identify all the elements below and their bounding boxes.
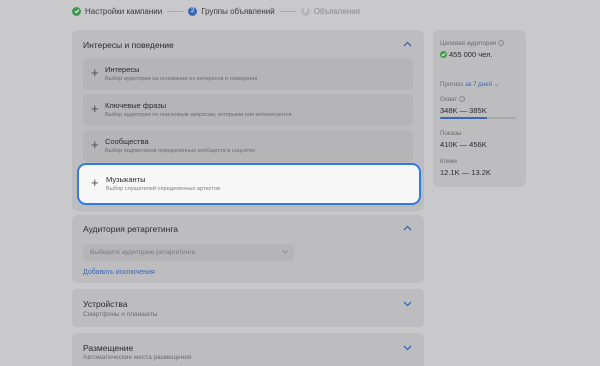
chevron-up-icon[interactable] (403, 41, 412, 47)
label-text: Охват (440, 96, 458, 103)
forecast-period-dropdown[interactable]: за 7 дней ⌄ (465, 81, 499, 88)
section-subtitle: Автоматические места размещения (83, 354, 192, 361)
option-description: Выбор аудитории на основании их интересо… (105, 76, 258, 82)
info-icon[interactable]: ? (459, 96, 466, 103)
period-text: за 7 дней (464, 81, 493, 88)
chevron-up-icon[interactable] (403, 225, 412, 231)
option-title: Интересы (105, 65, 140, 74)
clicks-label: Клики (440, 158, 457, 165)
reach-progress-fill (440, 117, 488, 119)
checkmark-icon (72, 6, 81, 16)
plus-icon: + (91, 101, 99, 116)
step-label: Объявления (313, 6, 361, 16)
reach-label: Охват? (440, 96, 466, 103)
option-title: Музыканты (106, 175, 146, 184)
section-title: Размещение (83, 343, 134, 353)
plus-icon: + (91, 137, 99, 152)
option-communities[interactable]: + Сообщества Выбор подписчиков определен… (83, 130, 413, 162)
section-title: Аудитория ретаргетинга (83, 224, 178, 234)
add-exclusions-link[interactable]: Добавить исключения (83, 269, 155, 276)
step-label: Группы объявлений (201, 6, 275, 16)
step-ad-groups[interactable]: 2 Группы объявлений (188, 6, 275, 16)
option-interests[interactable]: + Интересы Выбор аудитории на основании … (83, 58, 413, 90)
target-audience-label: Целевая аудитория? (440, 40, 505, 47)
label-text: Целевая аудитория (440, 40, 497, 47)
clicks-value: 12.1K — 13.2K (440, 168, 491, 177)
option-title: Сообщества (105, 137, 149, 146)
label-text: Прогноз (440, 81, 464, 88)
info-icon[interactable]: ? (498, 40, 505, 47)
reach-progress-bar (440, 117, 516, 119)
option-keywords[interactable]: + Ключевые фразы Выбор аудитории по поис… (83, 94, 413, 126)
forecast-panel: Целевая аудитория? 455 000 чел. Прогноз … (433, 30, 526, 187)
select-placeholder: Выберите аудиторию ретаргетинга (90, 249, 196, 256)
section-title: Устройства (83, 299, 128, 309)
option-description: Выбор подписчиков определенных сообществ… (105, 148, 256, 154)
step-campaign-settings[interactable]: Настройки кампании (72, 6, 163, 16)
section-subtitle: Смартфоны и планшеты (83, 311, 158, 318)
step-separator (167, 10, 184, 12)
retargeting-card: Аудитория ретаргетинга Выберите аудитори… (72, 215, 424, 283)
step-ads[interactable]: 3 Объявления (300, 6, 361, 16)
retargeting-audience-select[interactable]: Выберите аудиторию ретаргетинга (83, 244, 294, 261)
reach-value: 348K — 385K (440, 106, 487, 115)
plus-icon: + (91, 175, 99, 190)
option-musicians[interactable]: + Музыканты Выбор слушателей определенны… (77, 163, 421, 205)
chevron-down-icon[interactable] (403, 345, 412, 351)
impressions-label: Показы (440, 130, 462, 137)
chevron-down-icon[interactable] (403, 301, 412, 307)
campaign-stepper: Настройки кампании 2 Группы объявлений 3… (0, 0, 600, 22)
impressions-value: 410K — 456K (440, 140, 487, 149)
step-label: Настройки кампании (85, 6, 163, 16)
forecast-label: Прогноз за 7 дней ⌄ (440, 81, 499, 88)
check-circle-icon (440, 50, 447, 58)
step-separator (279, 10, 296, 12)
step-number: 3 (300, 6, 310, 16)
option-description: Выбор слушателей определенных артистов (106, 186, 221, 192)
interests-card: Интересы и поведение + Интересы Выбор ау… (72, 30, 424, 211)
plus-icon: + (91, 65, 99, 80)
option-title: Ключевые фразы (105, 101, 167, 110)
value-text: 455 000 чел. (449, 50, 493, 59)
devices-card[interactable]: Устройства Смартфоны и планшеты (72, 289, 424, 327)
target-audience-value: 455 000 чел. (440, 50, 492, 59)
option-description: Выбор аудитории по поисковым запросам, к… (105, 112, 292, 118)
placement-card[interactable]: Размещение Автоматические места размещен… (72, 333, 424, 366)
step-number: 2 (188, 6, 198, 16)
chevron-down-icon (282, 250, 288, 254)
section-title: Интересы и поведение (83, 40, 174, 50)
